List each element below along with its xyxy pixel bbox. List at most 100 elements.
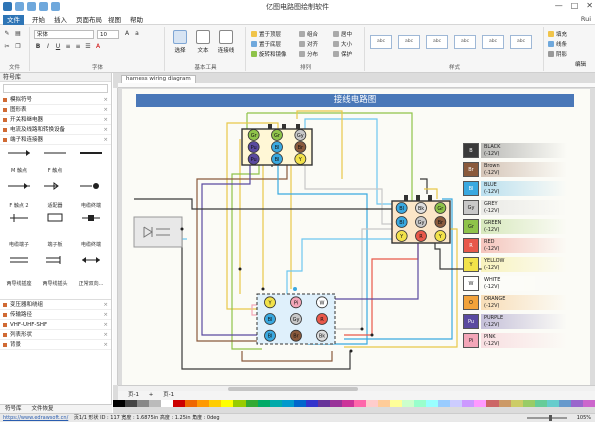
palette-swatch[interactable] [221, 400, 234, 407]
symbol-two-wire-socket[interactable]: 两导线插座 [2, 280, 36, 298]
close-icon[interactable]: × [103, 310, 108, 320]
font-family-combo[interactable]: 宋体 [34, 30, 94, 39]
style-preset[interactable]: abc [398, 35, 420, 49]
website-link[interactable]: https://www.edrawsoft.cn/ [3, 415, 68, 421]
palette-swatch[interactable] [257, 400, 270, 407]
style-preset[interactable]: abc [510, 35, 532, 49]
palette-swatch[interactable] [438, 400, 451, 407]
symbol-search-input[interactable] [3, 84, 108, 93]
send-to-back-button[interactable]: 置于底层 [251, 40, 281, 48]
palette-swatch[interactable] [149, 400, 162, 407]
italic-icon[interactable]: I [44, 43, 52, 51]
line-button[interactable]: 线条 [548, 40, 567, 48]
minimize-button[interactable]: — [555, 1, 563, 10]
maximize-button[interactable]: □ [571, 1, 579, 10]
palette-swatch[interactable] [402, 400, 415, 407]
palette-swatch[interactable] [570, 400, 583, 407]
palette-swatch[interactable] [510, 400, 523, 407]
palette-swatch[interactable] [185, 400, 198, 407]
drawing-page[interactable]: 接线电路图 Gr Gr Gy Pu Bl Br Pu Bl Y Bl Bk Gr Bl Gy Br Y R Y Y P… [122, 89, 590, 385]
palette-swatch[interactable] [317, 400, 330, 407]
menu-view[interactable]: 视图 [104, 15, 125, 25]
symbol-two-wire-plug[interactable]: 两导线插头 [38, 280, 72, 298]
style-preset[interactable]: abc [370, 35, 392, 49]
symbol-wire-item[interactable] [74, 148, 108, 166]
palette-swatch[interactable] [353, 400, 366, 407]
symbol-wire-item[interactable] [2, 148, 36, 166]
palette-swatch[interactable] [534, 400, 547, 407]
palette-swatch[interactable] [233, 400, 246, 407]
palette-swatch[interactable] [161, 400, 174, 407]
palette-swatch[interactable] [426, 400, 439, 407]
palette-swatch[interactable] [390, 400, 403, 407]
palette-swatch[interactable] [341, 400, 354, 407]
style-preset[interactable]: abc [454, 35, 476, 49]
symbol-socket-item[interactable] [38, 255, 72, 273]
library-category[interactable]: 开关和继电器 × [0, 115, 111, 125]
library-category[interactable]: 电流及线路和转换设备 × [0, 125, 111, 135]
palette-swatch[interactable] [125, 400, 138, 407]
close-icon[interactable]: × [103, 340, 108, 350]
shadow-button[interactable]: 阴影 [548, 50, 567, 58]
library-category[interactable]: 图形表 × [0, 105, 111, 115]
symbol-terminal-item[interactable] [2, 213, 36, 231]
close-icon[interactable]: × [103, 125, 108, 135]
group-button[interactable]: 组合 [299, 30, 318, 38]
symbol-wire-item[interactable] [38, 148, 72, 166]
add-page-icon[interactable]: + [149, 392, 154, 398]
symbol-normal-bidir[interactable]: 正常双向... [74, 280, 108, 298]
palette-swatch[interactable] [522, 400, 535, 407]
menu-help[interactable]: 帮助 [126, 15, 147, 25]
bullets-icon[interactable]: ☰ [84, 43, 92, 51]
menu-home[interactable]: 开始 [28, 15, 49, 25]
align-center-icon[interactable]: ≡ [74, 43, 82, 51]
bold-icon[interactable]: B [34, 43, 42, 51]
align-left-icon[interactable]: ≡ [64, 43, 72, 51]
symbol-socket-item[interactable] [2, 255, 36, 273]
palette-swatch[interactable] [546, 400, 559, 407]
menu-insert[interactable]: 插入 [50, 15, 71, 25]
font-color-icon[interactable]: A [94, 43, 102, 51]
symbol-contact-item[interactable] [2, 181, 36, 199]
close-icon[interactable]: × [103, 105, 108, 115]
palette-swatch[interactable] [113, 400, 126, 407]
style-preset[interactable]: abc [482, 35, 504, 49]
zoom-slider[interactable] [527, 415, 567, 421]
new-icon[interactable]: ✎ [3, 30, 11, 38]
close-icon[interactable]: × [103, 115, 108, 125]
library-category[interactable]: 变压器和绕组 × [0, 300, 111, 310]
palette-swatch[interactable] [365, 400, 379, 407]
page-tab[interactable]: 页-1 [128, 392, 139, 398]
palette-swatch[interactable] [474, 400, 487, 407]
underline-icon[interactable]: U [54, 43, 62, 51]
size-button[interactable]: 大小 [333, 40, 352, 48]
open-icon[interactable]: ▤ [14, 30, 22, 38]
palette-swatch[interactable] [245, 400, 258, 407]
palette-swatch[interactable] [281, 400, 294, 407]
symbol-contact-item[interactable] [74, 181, 108, 199]
palette-swatch[interactable] [450, 400, 463, 407]
menu-file[interactable]: 文件 [3, 15, 24, 25]
symbol-socket-item[interactable] [74, 255, 108, 273]
edit-button[interactable]: 编辑 [575, 60, 586, 68]
shrink-font-icon[interactable]: a [133, 30, 141, 38]
library-category[interactable]: 端子和连接器 × [0, 135, 111, 145]
palette-swatch[interactable] [269, 400, 282, 407]
symbol-terminal-item[interactable] [38, 213, 72, 231]
grow-font-icon[interactable]: A [123, 30, 131, 38]
palette-swatch[interactable] [498, 400, 511, 407]
bring-to-front-button[interactable]: 置于顶层 [251, 30, 281, 38]
protect-button[interactable]: 保护 [333, 50, 352, 58]
palette-swatch[interactable] [558, 400, 571, 407]
select-tool-button[interactable]: 选择 [169, 28, 191, 62]
palette-swatch[interactable] [582, 400, 595, 407]
distribute-button[interactable]: 分布 [299, 50, 318, 58]
palette-swatch[interactable] [414, 400, 427, 407]
fill-button[interactable]: 填充 [548, 30, 567, 38]
library-category[interactable]: 列表形状 × [0, 330, 111, 340]
close-icon[interactable]: × [103, 300, 108, 310]
palette-swatch[interactable] [378, 400, 391, 407]
palette-swatch[interactable] [305, 400, 318, 407]
library-category[interactable]: VHF-UHF-SHF × [0, 320, 111, 330]
tab-file-recovery[interactable]: 文件恢复 [27, 405, 59, 413]
